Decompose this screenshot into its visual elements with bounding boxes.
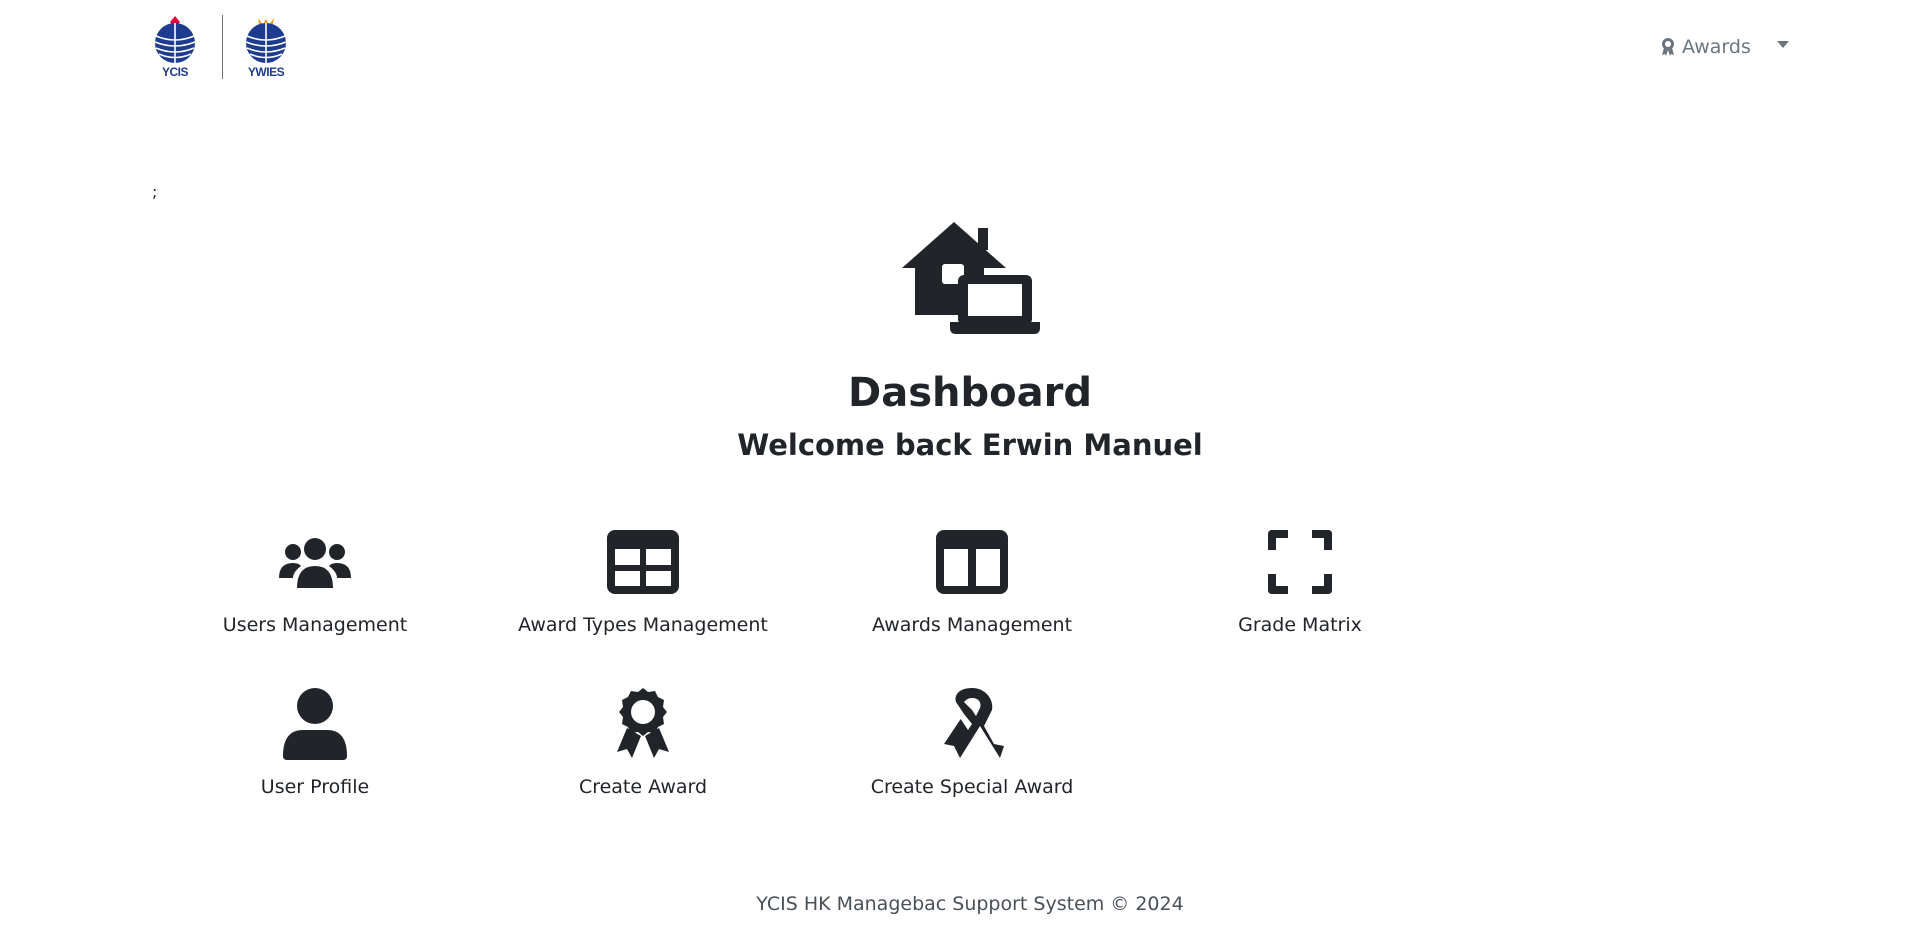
page: YCIS YWIES Awards ; Dashboard Welcome ba… bbox=[0, 0, 1920, 948]
ywies-logo-text: YWIES bbox=[247, 65, 285, 79]
tile-label: User Profile bbox=[260, 776, 370, 798]
footer-copyright: YCIS HK Managebac Support System © 2024 bbox=[756, 893, 1184, 915]
page-title: Dashboard bbox=[848, 370, 1092, 416]
ycis-logo-text: YCIS bbox=[161, 65, 189, 79]
tile-create-special-award[interactable]: Create Special Award bbox=[822, 684, 1122, 798]
tile-create-award[interactable]: Create Award bbox=[493, 684, 793, 798]
award-icon bbox=[617, 688, 669, 758]
tile-award-types-management[interactable]: Award Types Management bbox=[493, 522, 793, 636]
welcome-message: Welcome back Erwin Manuel bbox=[737, 428, 1203, 462]
tile-grade-matrix[interactable]: Grade Matrix bbox=[1150, 522, 1450, 636]
ywies-globe-icon bbox=[245, 18, 287, 63]
tile-label: Grade Matrix bbox=[1238, 614, 1362, 636]
expand-icon bbox=[1268, 530, 1332, 594]
stray-text: ; bbox=[152, 182, 158, 201]
chevron-down-icon bbox=[1776, 40, 1789, 48]
ywies-logo: YWIES bbox=[241, 14, 291, 79]
users-icon bbox=[279, 538, 351, 588]
ycis-globe-icon bbox=[154, 16, 196, 63]
table-icon bbox=[607, 530, 679, 594]
school-logos[interactable]: YCIS YWIES bbox=[150, 14, 291, 79]
logo-divider bbox=[222, 15, 223, 79]
awards-dropdown-label: Awards bbox=[1682, 36, 1751, 58]
tile-label: Award Types Management bbox=[518, 614, 768, 636]
tile-users-management[interactable]: Users Management bbox=[165, 522, 465, 636]
user-icon bbox=[283, 688, 347, 760]
awards-dropdown[interactable]: Awards bbox=[1660, 36, 1789, 58]
tile-user-profile[interactable]: User Profile bbox=[165, 684, 465, 798]
award-icon bbox=[1662, 38, 1674, 56]
columns-icon bbox=[936, 530, 1008, 594]
tile-label: Create Special Award bbox=[870, 776, 1074, 798]
house-laptop-icon bbox=[902, 222, 1040, 334]
tile-label: Awards Management bbox=[871, 614, 1073, 636]
tile-label: Users Management bbox=[222, 614, 408, 636]
tile-label: Create Award bbox=[578, 776, 708, 798]
ribbon-icon bbox=[944, 688, 1004, 758]
ycis-logo: YCIS bbox=[150, 14, 200, 79]
tile-awards-management[interactable]: Awards Management bbox=[822, 522, 1122, 636]
